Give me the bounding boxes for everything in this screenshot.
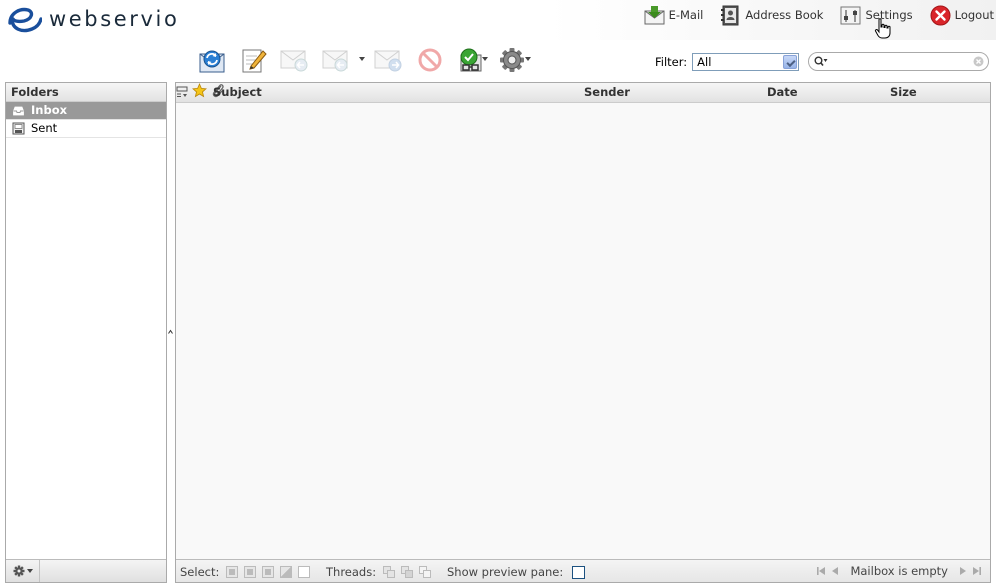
mark-dropdown-arrow[interactable] (482, 57, 488, 61)
column-size[interactable]: Size (890, 83, 917, 102)
column-subject[interactable]: Subject (213, 83, 262, 102)
nav-logout[interactable]: Logout (930, 4, 994, 26)
preview-pane-label: Show preview pane: (447, 565, 564, 579)
filter-box: Filter: All (655, 52, 800, 72)
select-none-icon[interactable] (298, 566, 310, 578)
nav-email[interactable]: E-Mail (644, 4, 704, 26)
top-navigation: E-Mail Address Book Settings Logout (644, 4, 994, 26)
reply-all-button[interactable] (320, 44, 352, 76)
select-invert-icon[interactable] (280, 566, 292, 578)
previous-page-icon[interactable] (830, 566, 840, 576)
message-list: Subject Sender Date Size Select: Threads… (175, 82, 991, 583)
folder-sent[interactable]: Sent (6, 120, 166, 138)
column-date[interactable]: Date (767, 83, 798, 102)
header: webservio E-Mail Address Book Settings L… (0, 0, 996, 40)
forward-mail-icon (374, 50, 402, 72)
gear-icon (500, 48, 524, 72)
search-icon[interactable] (814, 56, 828, 68)
check-mail-button[interactable] (196, 44, 228, 76)
message-list-header: Subject Sender Date Size (176, 82, 990, 103)
compose-button[interactable] (238, 44, 270, 76)
gear-icon (13, 565, 24, 577)
refresh-mail-icon (199, 50, 225, 73)
flag-star-icon[interactable] (192, 82, 207, 98)
reply-all-dropdown-arrow[interactable] (359, 57, 365, 61)
folder-sent-label: Sent (31, 121, 58, 135)
collapse-all-threads-icon[interactable] (419, 566, 431, 578)
mailbox-status: Mailbox is empty (850, 564, 948, 578)
search-input[interactable] (831, 54, 971, 69)
nav-logout-label: Logout (954, 8, 994, 22)
nav-email-label: E-Mail (668, 8, 704, 22)
nav-address-book[interactable]: Address Book (720, 4, 823, 26)
logo[interactable]: webservio (4, 3, 184, 35)
message-list-footer: Select: Threads: Show preview pane: Mail… (176, 559, 990, 582)
last-page-icon[interactable] (972, 566, 982, 576)
first-page-icon[interactable] (816, 566, 826, 576)
logo-text: webservio (49, 7, 180, 31)
more-actions-button[interactable] (496, 44, 528, 76)
pager: Mailbox is empty (814, 560, 984, 582)
folders-pane: Folders Inbox Sent (5, 82, 167, 583)
hand-cursor-icon (874, 18, 891, 39)
expand-unread-threads-icon[interactable] (401, 566, 413, 578)
compose-pencil-icon (242, 49, 267, 73)
column-sender[interactable]: Sender (584, 83, 630, 102)
logo-mark-icon (8, 7, 42, 33)
folders-header: Folders (6, 83, 166, 102)
settings-sliders-icon (840, 6, 861, 24)
inbox-icon (13, 106, 24, 116)
folder-inbox-label: Inbox (31, 103, 68, 117)
chevron-down-icon[interactable] (783, 55, 798, 69)
select-label: Select: (180, 565, 220, 579)
folders-footer (6, 559, 166, 582)
reply-mail-icon (280, 50, 308, 72)
filter-label: Filter: (655, 55, 688, 69)
clear-search-icon[interactable] (973, 56, 984, 67)
select-page-icon[interactable] (244, 566, 256, 578)
expand-all-threads-icon[interactable] (383, 566, 395, 578)
folder-actions-button[interactable] (6, 560, 40, 582)
reply-all-mail-icon (322, 50, 348, 72)
folder-inbox[interactable]: Inbox (6, 102, 166, 120)
nav-address-book-label: Address Book (745, 8, 824, 22)
list-options-icon[interactable] (176, 86, 188, 98)
sent-icon (12, 122, 25, 135)
filter-selected-value: All (697, 55, 712, 69)
forward-button[interactable] (372, 44, 404, 76)
reply-button[interactable] (278, 44, 310, 76)
address-book-icon (721, 5, 739, 25)
preview-pane-checkbox[interactable] (572, 566, 585, 579)
delete-forbidden-icon (418, 48, 442, 72)
delete-button[interactable] (414, 44, 446, 76)
search-box[interactable] (808, 52, 989, 71)
more-actions-dropdown-arrow[interactable] (525, 57, 531, 61)
email-download-icon (644, 5, 665, 24)
pane-splitter-icon[interactable] (168, 329, 173, 335)
logout-icon (930, 5, 951, 25)
threads-label: Threads: (326, 565, 377, 579)
select-unread-icon[interactable] (262, 566, 274, 578)
select-all-icon[interactable] (226, 566, 238, 578)
caret-down-icon (26, 569, 33, 573)
filter-select[interactable]: All (692, 53, 800, 71)
next-page-icon[interactable] (958, 566, 968, 576)
